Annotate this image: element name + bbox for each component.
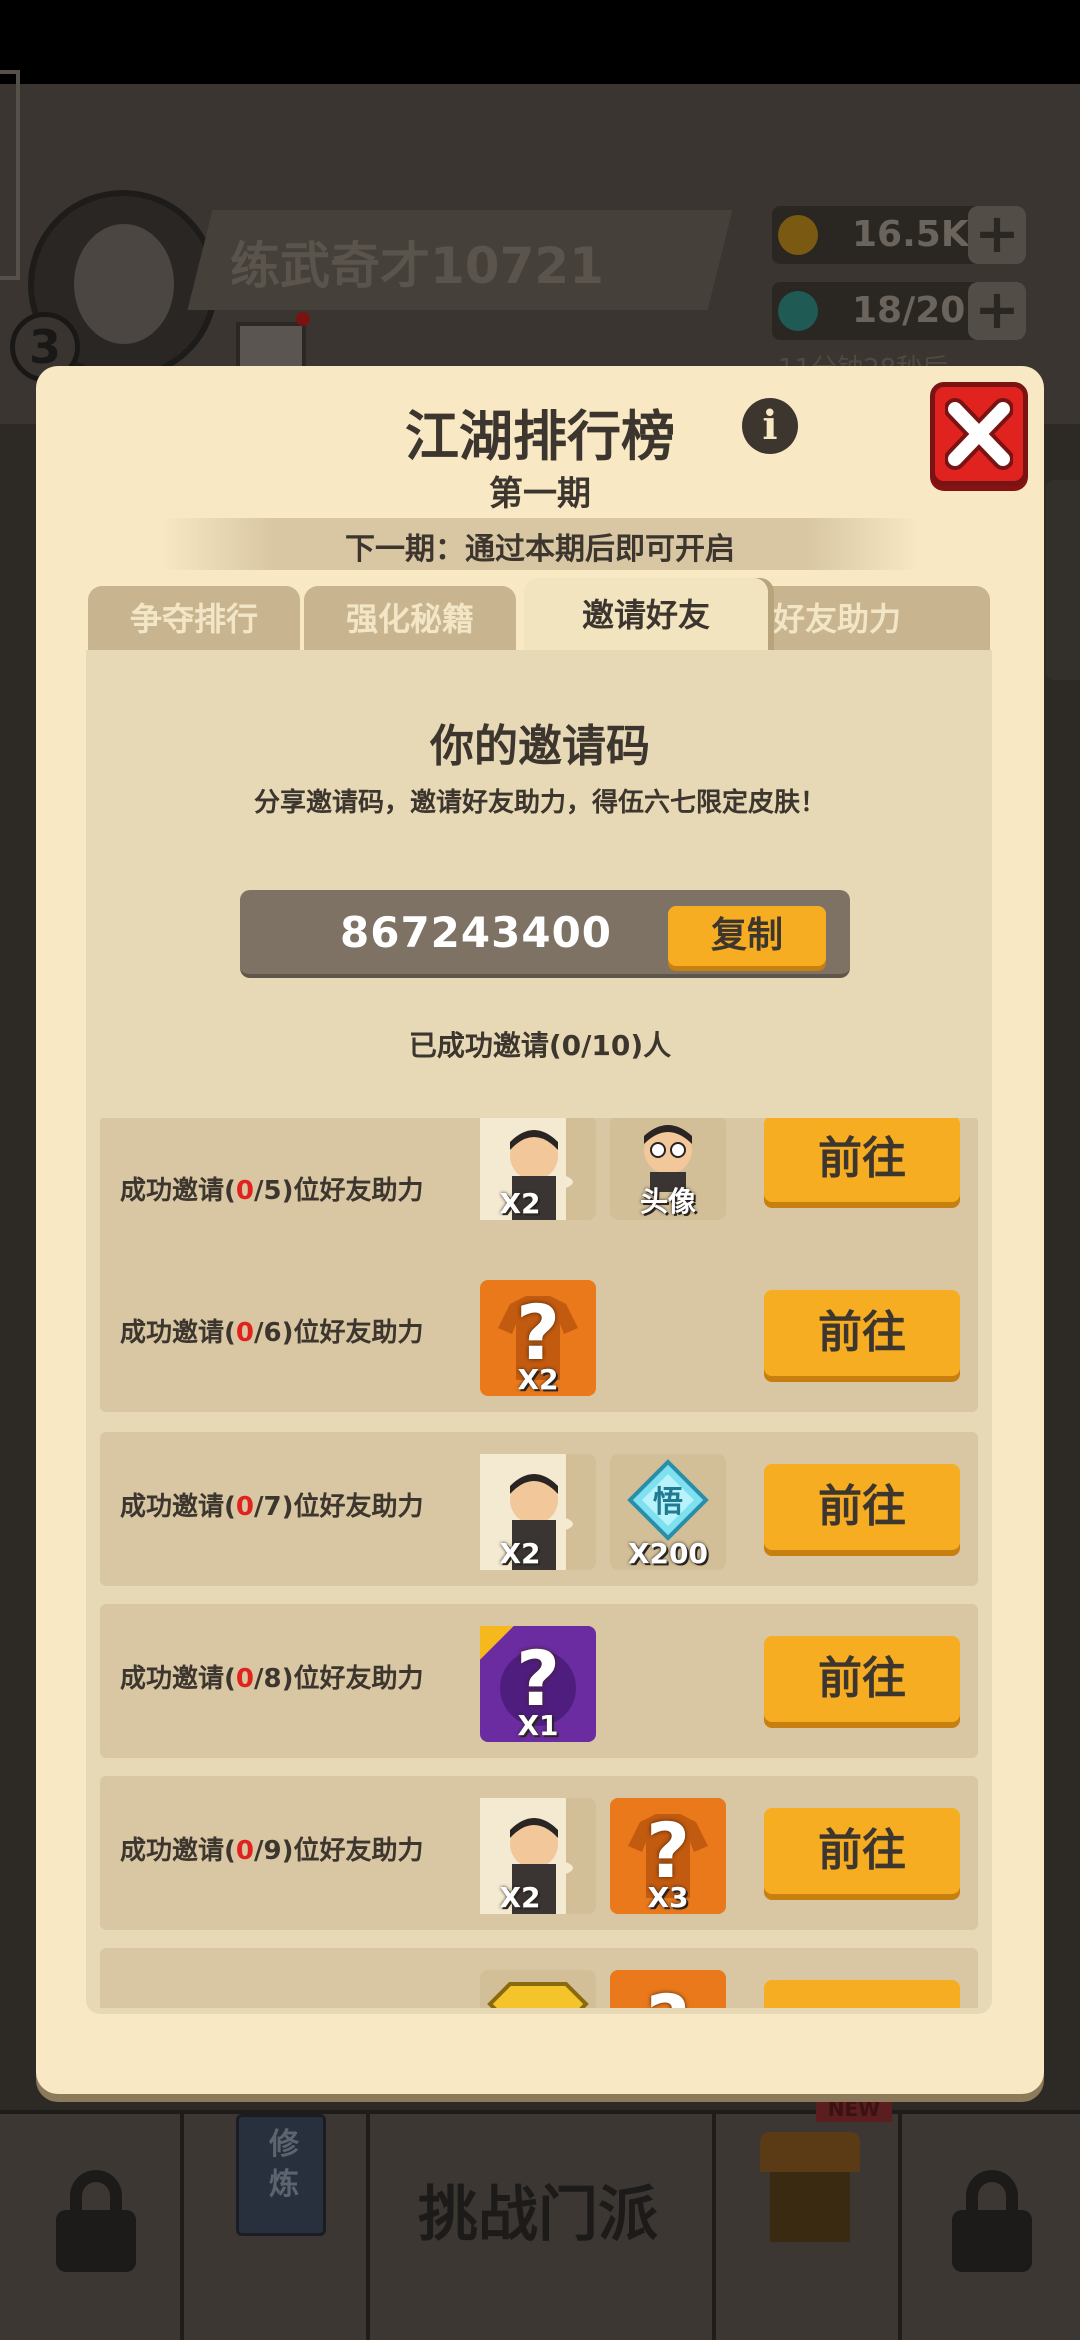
new-badge: NEW: [816, 2096, 892, 2122]
invited-count: 已成功邀请(0/10)人: [408, 1029, 672, 1062]
go-button[interactable]: [764, 1980, 960, 2008]
character-fragment-icon[interactable]: X2: [480, 1118, 596, 1220]
wu-gem-glyph: 悟: [653, 1485, 683, 1520]
challenge-sect-label: 挑战门派: [418, 2180, 658, 2250]
modal-title: 江湖排行榜: [405, 405, 675, 468]
character-avatar-icon[interactable]: 头像: [610, 1118, 726, 1220]
list-item: 成功邀请(0/8)位好友助力 ? X1 前往: [100, 1604, 978, 1758]
go-button[interactable]: 前往: [764, 1464, 960, 1550]
coin-resource-bar: 16.5K +: [772, 206, 1026, 264]
go-button[interactable]: 前往: [764, 1636, 960, 1722]
tab-upgrade-manual[interactable]: 强化秘籍: [304, 586, 516, 652]
sect-gate-icon: [760, 2132, 860, 2242]
training-book-label: 修炼: [269, 2127, 299, 2202]
row-label: 成功邀请(0/8)位好友助力: [120, 1664, 424, 1694]
info-icon[interactable]: i: [742, 398, 798, 454]
copy-button[interactable]: 复制: [668, 906, 826, 966]
nav-slot-locked-2[interactable]: [902, 2110, 1080, 2340]
row-label: 成功邀请(0/7)位好友助力: [120, 1492, 424, 1522]
coin-plus-button[interactable]: +: [968, 206, 1026, 264]
list-item: 成功邀请(0/6)位好友助力 ? X2 前往: [100, 1258, 978, 1412]
close-x-icon: [945, 398, 1013, 470]
invite-subtitle: 分享邀请码，邀请好友助力，得伍六七限定皮肤！: [253, 788, 826, 818]
gem-plus-button[interactable]: +: [968, 282, 1026, 340]
list-item: 成功邀请(0/5)位好友助力 X2 头像 前往: [100, 1118, 978, 1270]
row-label: 成功邀请(0/6)位好友助力: [120, 1318, 424, 1348]
mail-icon[interactable]: [236, 322, 306, 372]
invite-code-heading: 你的邀请码: [430, 721, 650, 772]
list-item: 成功邀请(0/7)位好友助力 X2 悟 X200 前往: [100, 1432, 978, 1586]
gem-resource-bar: 18/20 +: [772, 282, 1026, 340]
mystery-outfit-purple-icon[interactable]: ? X1: [480, 1626, 596, 1742]
status-bar: [0, 0, 1080, 84]
period-label: 第一期: [489, 474, 591, 514]
next-period-text: 下一期：通过本期后即可开启: [345, 532, 735, 567]
gem-icon: [778, 291, 818, 331]
mystery-outfit-orange-icon[interactable]: ? X3: [610, 1798, 726, 1914]
tab-ranking[interactable]: 争夺排行: [88, 586, 300, 652]
lock-icon: [56, 2170, 136, 2272]
background-side-edge: [0, 70, 20, 280]
list-item: 成功邀请(0/9)位好友助力 X2 ? X3 前往: [100, 1776, 978, 1930]
reward-list[interactable]: 成功邀请(0/5)位好友助力 X2 头像 前往 成功邀请(0/6)位好友助力 ?…: [86, 1118, 992, 2008]
avatar-face: [74, 224, 174, 344]
row-label: 成功邀请(0/5)位好友助力: [120, 1176, 424, 1206]
mystery-outfit-orange-icon[interactable]: ? X2: [480, 1280, 596, 1396]
coin-icon: [778, 215, 818, 255]
training-book-icon: 修炼: [236, 2114, 326, 2236]
go-button[interactable]: 前往: [764, 1290, 960, 1376]
invite-code: 867243400: [340, 908, 613, 957]
row-label: 成功邀请(0/9)位好友助力: [120, 1836, 424, 1866]
coin-value: 16.5K: [852, 214, 969, 255]
mail-notification-dot: [296, 312, 310, 326]
tab-invite-friends[interactable]: 邀请好友: [524, 578, 768, 652]
character-fragment-icon[interactable]: X2: [480, 1798, 596, 1914]
go-button[interactable]: 前往: [764, 1808, 960, 1894]
gem-value: 18/20: [852, 290, 966, 331]
nav-slot-locked-1[interactable]: [0, 2110, 184, 2340]
mystery-outfit-orange-icon[interactable]: ?: [610, 1970, 726, 2008]
list-item: ?: [100, 1948, 978, 2008]
go-button[interactable]: 前往: [764, 1118, 960, 1202]
lock-icon: [952, 2170, 1032, 2272]
wu-gem-icon[interactable]: 悟 X200: [610, 1454, 726, 1570]
player-name: 练武奇才10721: [230, 237, 604, 295]
title-badge-icon[interactable]: [480, 1970, 596, 2008]
character-fragment-icon[interactable]: X2: [480, 1454, 596, 1570]
